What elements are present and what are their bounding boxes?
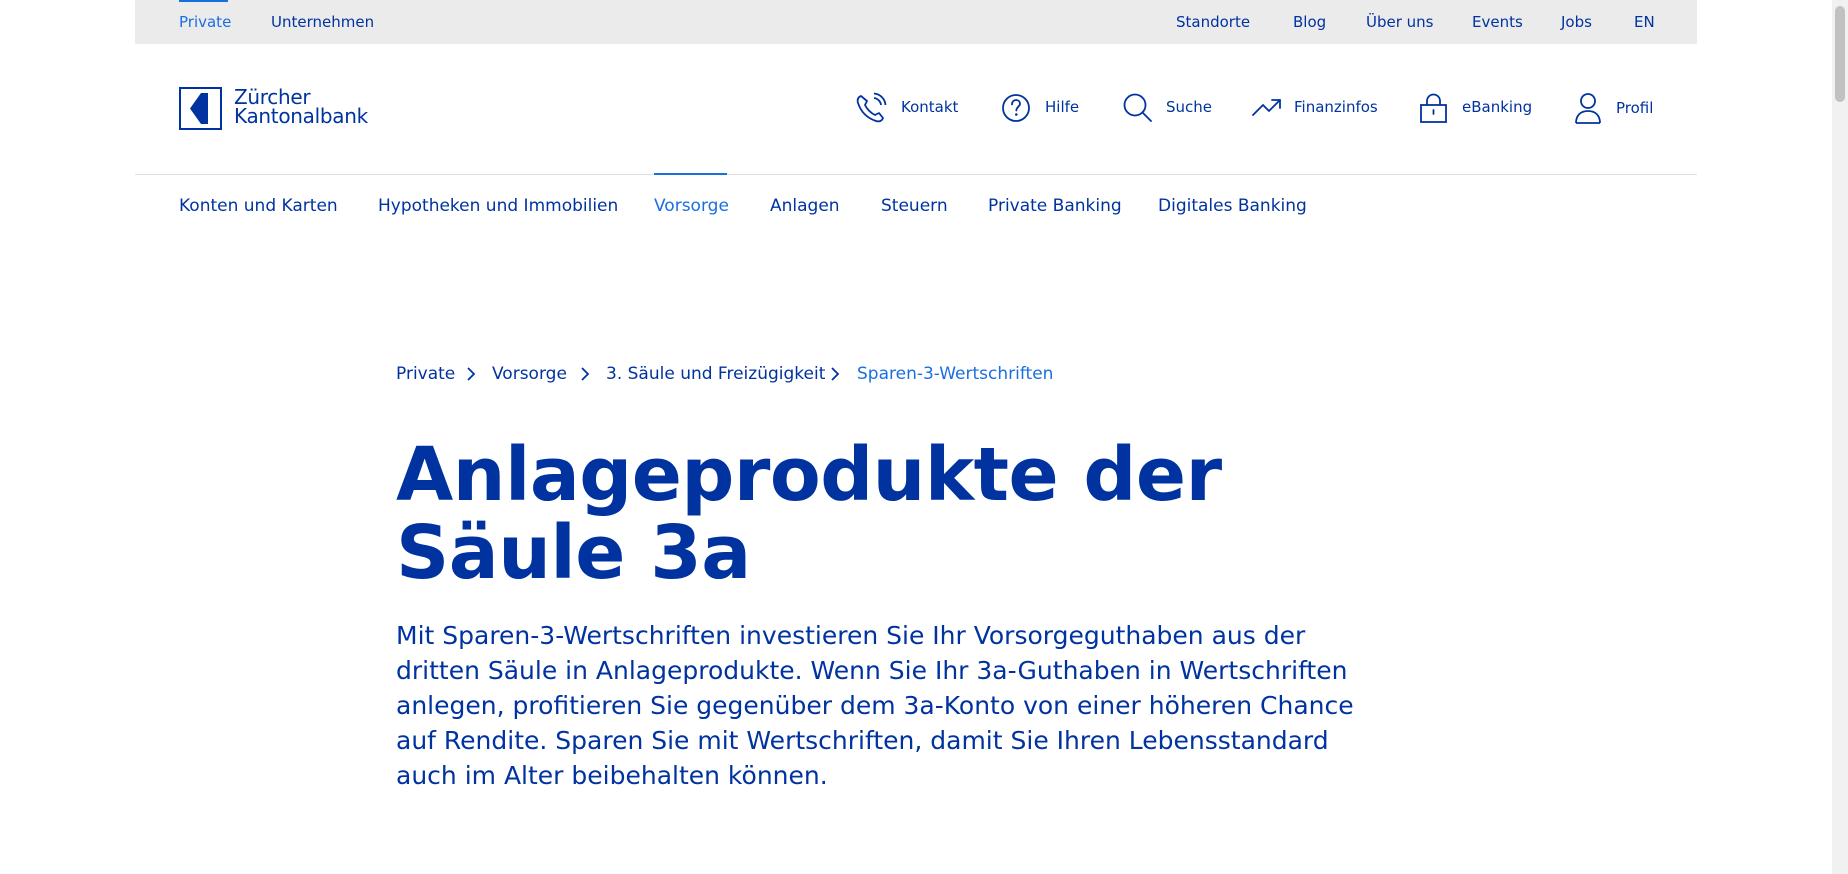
utility-link-unternehmen[interactable]: Unternehmen [271, 12, 374, 32]
nav-private-banking[interactable]: Private Banking [988, 194, 1122, 218]
trend-icon [1252, 99, 1281, 116]
header-ebanking[interactable]: eBanking [1419, 92, 1533, 124]
breadcrumb-vorsorge[interactable]: Vorsorge [492, 362, 567, 386]
breadcrumb-private[interactable]: Private [396, 362, 455, 386]
breadcrumb-3-saeule[interactable]: 3. Säule und Freizügigkeit [606, 362, 825, 386]
search-icon [1123, 93, 1152, 122]
page: Private Unternehmen Standorte Blog Über … [0, 0, 1832, 874]
logo-line-2: Kantonalbank [234, 104, 368, 128]
nav-steuern[interactable]: Steuern [881, 194, 948, 218]
header-profil-label: Profil [1616, 99, 1654, 117]
header-kontakt-label: Kontakt [901, 98, 959, 116]
user-icon [1575, 93, 1601, 124]
header-divider [135, 174, 1697, 175]
phone-icon [856, 92, 887, 123]
header-suche-label: Suche [1166, 98, 1213, 116]
chevron-right-icon [831, 367, 840, 381]
nav-digitales-banking[interactable]: Digitales Banking [1158, 194, 1307, 218]
chevron-right-icon [467, 367, 476, 381]
header-kontakt[interactable]: Kontakt [855, 92, 965, 124]
page-title: Anlageprodukte der Säule 3a [396, 432, 1222, 596]
bank-logo[interactable]: Zürcher Kantonalbank [179, 87, 369, 131]
lock-icon [1420, 93, 1447, 123]
utility-link-standorte[interactable]: Standorte [1176, 12, 1250, 32]
utility-link-ueber-uns[interactable]: Über uns [1366, 12, 1434, 32]
header-hilfe[interactable]: Hilfe [1002, 92, 1092, 124]
utility-link-language[interactable]: EN [1634, 12, 1655, 32]
utility-link-events[interactable]: Events [1472, 12, 1523, 32]
nav-konten-und-karten[interactable]: Konten und Karten [179, 194, 338, 218]
header-hilfe-label: Hilfe [1045, 98, 1080, 116]
header-finanzinfos[interactable]: Finanzinfos [1251, 92, 1381, 124]
header-finanzinfos-label: Finanzinfos [1294, 98, 1378, 116]
utility-bar: Private Unternehmen Standorte Blog Über … [135, 0, 1697, 44]
chevron-right-icon [581, 367, 590, 381]
breadcrumb-current: Sparen-3-Wertschriften [857, 364, 1054, 384]
scrollbar-thumb[interactable] [1835, 6, 1845, 102]
nav-hypotheken-und-immobilien[interactable]: Hypotheken und Immobilien [378, 194, 618, 218]
utility-link-private[interactable]: Private [179, 12, 231, 32]
vertical-scrollbar[interactable] [1832, 0, 1848, 874]
header-profil[interactable]: Profil [1574, 92, 1656, 124]
lead-paragraph: Mit Sparen-3-Wertschriften investieren S… [396, 621, 1354, 790]
utility-active-indicator [179, 0, 228, 2]
nav-anlagen[interactable]: Anlagen [770, 194, 840, 218]
nav-active-indicator [654, 173, 727, 175]
header-suche[interactable]: Suche [1122, 92, 1222, 124]
utility-link-blog[interactable]: Blog [1293, 12, 1326, 32]
utility-link-jobs[interactable]: Jobs [1561, 12, 1592, 32]
nav-vorsorge[interactable]: Vorsorge [654, 194, 729, 218]
logo-mark-icon [179, 87, 222, 130]
logo-wordmark: Zürcher Kantonalbank [234, 87, 368, 128]
help-icon [1002, 94, 1030, 122]
header-ebanking-label: eBanking [1462, 98, 1533, 116]
